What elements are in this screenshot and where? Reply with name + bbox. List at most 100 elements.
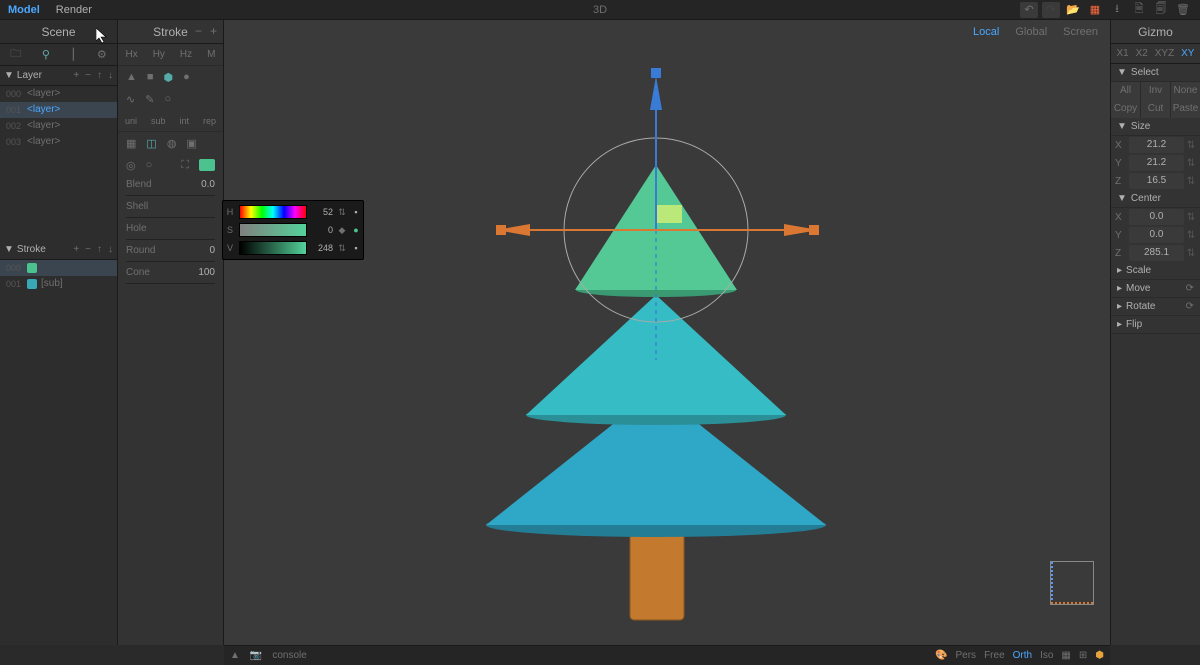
hue-value[interactable]: 52 [311,207,333,217]
cam-orth[interactable]: Orth [1013,650,1032,661]
sat-stepper-icon[interactable]: ◆ [337,225,347,236]
prim-sphere-icon[interactable]: ● [183,71,190,83]
scene-cube-icon[interactable]: ⚲ [42,48,50,61]
layers-icon[interactable]: ◫ [146,137,156,150]
size-x[interactable]: 21.2 [1129,137,1184,153]
select-copy[interactable]: Copy [1111,100,1141,118]
flip-label[interactable]: Flip [1126,319,1142,330]
redo-icon[interactable]: ↷ [1042,2,1060,18]
statusbar-camera-icon[interactable]: 📷 [250,650,262,661]
center-y[interactable]: 0.0 [1129,227,1184,243]
stroke-add[interactable]: + [73,244,79,255]
val-value[interactable]: 248 [311,243,333,253]
menu-model[interactable]: Model [8,4,40,16]
val-slider[interactable] [239,241,307,255]
gizmo-x1[interactable]: X1 [1116,48,1128,59]
undo-icon[interactable]: ↶ [1020,2,1038,18]
rotate-label[interactable]: Rotate [1126,301,1155,312]
view-screen[interactable]: Screen [1057,24,1104,40]
trash-icon[interactable]: 🗑 [1174,2,1192,18]
select-paste[interactable]: Paste [1171,100,1200,118]
layer-row[interactable]: 002<layer> [0,118,117,134]
layer-row[interactable]: 001<layer> [0,102,117,118]
statusbar-up-icon[interactable]: ▲ [230,650,240,661]
layer-del[interactable]: − [85,70,91,81]
blend-value[interactable]: 0.0 [201,179,215,190]
replace-icon[interactable]: ▣ [186,137,196,150]
view-global[interactable]: Global [1009,24,1053,40]
mesh-sub[interactable]: sub [151,116,166,126]
viewport-canvas[interactable] [224,20,1110,645]
move-label[interactable]: Move [1126,283,1150,294]
select-none[interactable]: None [1171,82,1200,100]
cone-value[interactable]: 100 [198,267,215,278]
strokelist-collapse-icon[interactable]: ▼ [4,244,14,255]
props-minus-icon[interactable]: − [195,24,202,38]
grid-icon[interactable]: ▦ [1061,650,1070,661]
stroke-row[interactable]: 000 [0,260,117,276]
scene-line-icon[interactable]: ⎮ [71,48,77,61]
cam-iso[interactable]: Iso [1040,650,1053,661]
brush-icon[interactable]: ✎ [145,93,154,106]
prim-square-icon[interactable]: ■ [147,71,154,83]
mesh-uni[interactable]: uni [125,116,137,126]
save-icon[interactable]: ▦ [1086,2,1104,18]
center-z[interactable]: 285.1 [1129,245,1184,261]
grid-icon[interactable]: ▦ [126,137,136,150]
stroke-row[interactable]: 001 [sub] [0,276,117,292]
palette-icon[interactable]: 🎨 [935,650,947,661]
layer-row[interactable]: 000<layer> [0,86,117,102]
download-icon[interactable]: ⭳ [1108,2,1126,18]
copy-icon[interactable]: 🗎 [1130,2,1148,18]
gizmo-x2[interactable]: X2 [1136,48,1148,59]
round-value[interactable]: 0 [209,245,215,256]
viewport[interactable]: Local Global Screen [224,20,1110,645]
expand-icon[interactable]: ⛶ [181,159,189,172]
mesh-int[interactable]: int [179,116,189,126]
gizmo-xy[interactable]: XY [1181,48,1194,59]
cam-pers[interactable]: Pers [956,650,977,661]
prim-cylinder-icon[interactable]: ⬢ [164,71,174,84]
stroke-color-chip[interactable] [199,159,215,171]
select-cut[interactable]: Cut [1141,100,1171,118]
layer-row[interactable]: 003<layer> [0,134,117,150]
mirror-m[interactable]: M [207,49,215,60]
circle-icon[interactable]: ○ [164,93,171,105]
center-x[interactable]: 0.0 [1129,209,1184,225]
curve-icon[interactable]: ∿ [126,93,135,106]
cube-icon[interactable]: ⬢ [1095,650,1104,661]
dup-icon[interactable]: 🗐 [1152,2,1170,18]
select-inv[interactable]: Inv [1141,82,1171,100]
rotate-reset-icon[interactable]: ⟳ [1186,301,1194,312]
intersect-icon[interactable]: ◍ [167,137,177,150]
scene-folder-icon[interactable]: 🗀 [10,45,21,64]
select-all[interactable]: All [1111,82,1141,100]
scene-gear-icon[interactable]: ⚙ [97,48,107,61]
menu-render[interactable]: Render [56,4,92,16]
target-icon[interactable]: ◎ [126,159,136,172]
ruler-icon[interactable]: ⊞ [1079,650,1087,661]
layer-collapse-icon[interactable]: ▼ [4,70,14,81]
mirror-hz[interactable]: Hz [180,49,192,60]
axis-cube[interactable] [1050,561,1094,605]
stroke-del[interactable]: − [85,244,91,255]
scale-label[interactable]: Scale [1126,265,1151,276]
size-z[interactable]: 16.5 [1129,173,1184,189]
layer-up[interactable]: ↑ [97,70,102,81]
mirror-hy[interactable]: Hy [153,49,165,60]
cam-free[interactable]: Free [984,650,1005,661]
sat-slider[interactable] [239,223,307,237]
stroke-up[interactable]: ↑ [97,244,102,255]
sat-value[interactable]: 0 [311,225,333,235]
stroke-dn[interactable]: ↓ [108,244,113,255]
size-y[interactable]: 21.2 [1129,155,1184,171]
layer-dn[interactable]: ↓ [108,70,113,81]
color-picker[interactable]: H 52 ⇅ ▪ S 0 ◆ ● V 248 ⇅ ▪ [222,200,364,260]
mirror-hx[interactable]: Hx [125,49,137,60]
open-icon[interactable]: 📂 [1064,2,1082,18]
move-reset-icon[interactable]: ⟳ [1186,283,1194,294]
gizmo-xyz[interactable]: XYZ [1155,48,1174,59]
mesh-rep[interactable]: rep [203,116,216,126]
layer-add[interactable]: + [73,70,79,81]
view-local[interactable]: Local [967,24,1005,40]
